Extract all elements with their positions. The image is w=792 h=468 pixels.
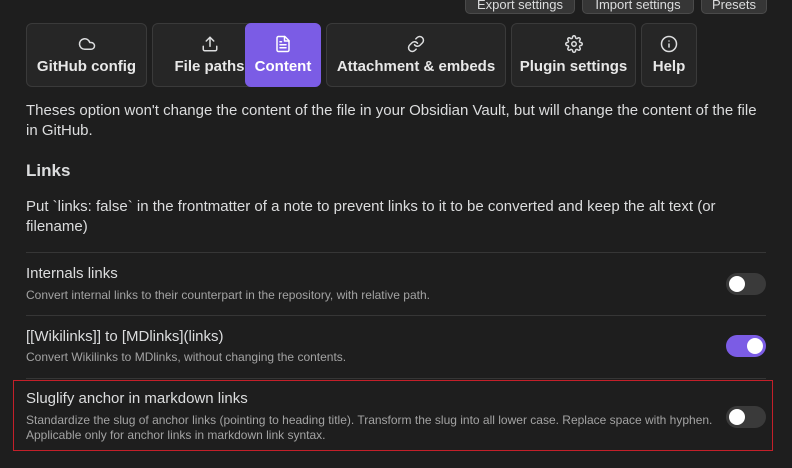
import-settings-button[interactable]: Import settings: [582, 0, 694, 14]
link-icon: [407, 35, 425, 53]
info-icon: [660, 35, 678, 53]
links-section-description: Put `links: false` in the frontmatter of…: [26, 198, 716, 235]
tab-github-config[interactable]: GitHub config: [26, 23, 147, 87]
top-actions-bar: Export settings Import settings Presets: [0, 0, 792, 14]
presets-button[interactable]: Presets: [701, 0, 767, 14]
tab-label: Attachment & embeds: [336, 58, 496, 75]
tab-label: File paths: [174, 58, 245, 75]
tab-content[interactable]: Content: [245, 23, 321, 87]
tab-label: GitHub config: [36, 58, 137, 75]
internal-links-setting-description: Convert internal links to their counterp…: [26, 288, 430, 302]
tab-label: Help: [652, 58, 686, 75]
export-settings-button[interactable]: Export settings: [465, 0, 575, 14]
wikilinks-setting-name: [[Wikilinks]] to [MDlinks](links): [26, 328, 224, 345]
sluglify-anchor-setting-name: Sluglify anchor in markdown links: [26, 390, 248, 407]
wikilinks-toggle[interactable]: [726, 335, 766, 357]
tab-help[interactable]: Help: [641, 23, 697, 87]
divider: [26, 378, 766, 379]
gear-icon: [564, 35, 583, 53]
divider: [26, 252, 766, 253]
internal-links-toggle[interactable]: [726, 273, 766, 295]
file-text-icon: [276, 35, 290, 53]
links-section-title: Links: [26, 161, 71, 180]
cloud-icon: [78, 38, 95, 50]
divider: [26, 315, 766, 316]
upload-icon: [202, 36, 217, 52]
toggle-knob: [729, 276, 745, 292]
toggle-knob: [747, 338, 763, 354]
sluglify-anchor-setting-description: Standardize the slug of anchor links (po…: [26, 413, 713, 442]
tab-plugin-settings[interactable]: Plugin settings: [511, 23, 636, 87]
wikilinks-setting-description: Convert Wikilinks to MDlinks, without ch…: [26, 350, 347, 364]
internal-links-setting-name: Internals links: [26, 265, 118, 282]
tab-label: Plugin settings: [519, 58, 628, 75]
tab-attachment-embeds[interactable]: Attachment & embeds: [326, 23, 506, 87]
toggle-knob: [729, 409, 745, 425]
tab-label: Content: [254, 58, 312, 75]
content-intro-text: Theses option won't change the content o…: [26, 102, 757, 139]
sluglify-anchor-toggle[interactable]: [726, 406, 766, 428]
